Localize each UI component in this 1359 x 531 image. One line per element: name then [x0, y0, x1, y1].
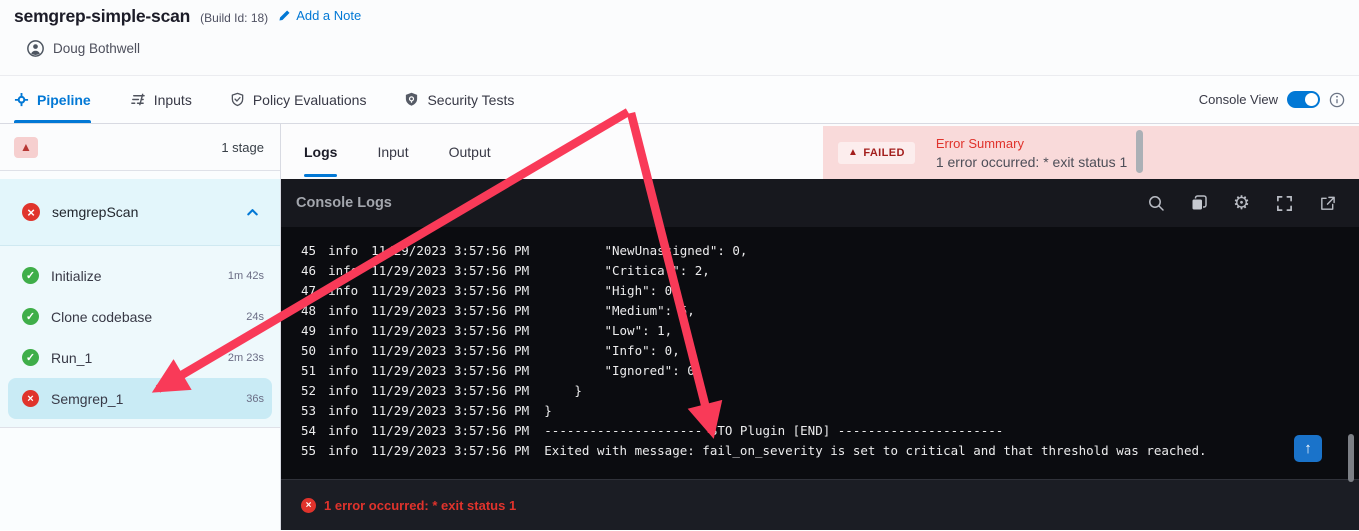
inputs-icon — [130, 93, 145, 106]
security-shield-icon — [406, 92, 418, 106]
pipeline-icon — [14, 92, 29, 107]
tab-label: Output — [448, 143, 491, 160]
console-view-toggle[interactable] — [1287, 91, 1320, 108]
step-duration: 24s — [246, 310, 264, 323]
tab-inputs[interactable]: Inputs — [129, 76, 192, 123]
failed-badge: ▲ FAILED — [838, 141, 915, 164]
step-label: Semgrep_1 — [51, 390, 124, 407]
console-header: Console Logs ⚙ — [281, 179, 1359, 227]
search-icon[interactable] — [1146, 194, 1165, 213]
step-row-initialize[interactable]: ✓ Initialize 1m 42s — [0, 255, 280, 296]
stage-sidebar: ▲ 1 stage × semgrepScan ✓ Initialize 1m … — [0, 124, 280, 530]
log-line: 49 info 11/29/2023 3:57:56 PM "Low": 1, — [301, 323, 673, 338]
error-summary-title: Error Summary — [935, 135, 1024, 151]
fullscreen-icon[interactable] — [1275, 194, 1294, 213]
console-logs-title: Console Logs — [296, 195, 392, 211]
step-details-panel: Logs Input Output ▲ FAILED Error Summary… — [280, 124, 1359, 530]
warning-badge-icon: ▲ — [14, 136, 38, 158]
tab-input[interactable]: Input — [377, 124, 408, 179]
step-row-clone-codebase[interactable]: ✓ Clone codebase 24s — [0, 296, 280, 337]
copy-icon[interactable] — [1189, 194, 1208, 213]
open-in-new-icon[interactable] — [1318, 194, 1337, 213]
stage-name: semgrepScan — [52, 204, 139, 220]
log-line: 45 info 11/29/2023 3:57:56 PM "NewUnassign… — [301, 243, 748, 258]
step-duration: 2m 23s — [227, 351, 264, 364]
build-id: (Build Id: 18) — [200, 11, 269, 25]
step-row-run-1[interactable]: ✓ Run_1 2m 23s — [0, 337, 280, 378]
step-label: Clone codebase — [51, 308, 153, 325]
step-row-semgrep-1[interactable]: × Semgrep_1 36s — [8, 378, 272, 419]
step-list: ✓ Initialize 1m 42s ✓ Clone codebase 24s… — [0, 246, 280, 428]
log-line: 48 info 11/29/2023 3:57:56 PM "Medium": 5, — [301, 303, 695, 318]
pipeline-execution-page: semgrep-simple-scan (Build Id: 18) Add a… — [0, 0, 1359, 531]
log-line: 46 info 11/29/2023 3:57:56 PM "Critical": … — [301, 263, 710, 278]
tab-label: Pipeline — [37, 91, 91, 108]
tab-label: Input — [377, 143, 409, 160]
log-tabs-row: Logs Input Output ▲ FAILED Error Summary… — [281, 124, 1359, 179]
scrollbar-thumb[interactable] — [1136, 130, 1143, 173]
toggle-knob — [1305, 93, 1318, 106]
step-label: Initialize — [51, 267, 102, 284]
add-note-button[interactable]: Add a Note — [278, 8, 361, 23]
step-duration: 36s — [246, 392, 264, 405]
chevron-up-icon[interactable] — [245, 205, 260, 220]
warning-triangle-icon: ▲ — [848, 147, 859, 158]
success-check-icon: ✓ — [22, 349, 39, 366]
scroll-to-top-button[interactable]: ↑ — [1294, 435, 1322, 462]
stage-count: 1 stage — [221, 139, 264, 155]
user-avatar-icon — [27, 40, 44, 57]
user-name: Doug Bothwell — [53, 41, 141, 56]
console-view-label: Console View — [1198, 92, 1278, 107]
main-tabbar: Pipeline Inputs Policy Evaluations Secur… — [0, 76, 1359, 124]
console-error-footer: × 1 error occurred: * exit status 1 — [281, 479, 1359, 530]
sidebar-gap — [0, 171, 280, 179]
error-circle-icon: × — [301, 497, 316, 513]
sidebar-footer — [0, 428, 280, 530]
tab-label: Logs — [304, 143, 338, 160]
tab-label: Inputs — [153, 91, 192, 108]
step-label: Run_1 — [51, 349, 93, 366]
failed-status-icon: × — [22, 390, 39, 407]
page-title: semgrep-simple-scan — [14, 6, 191, 26]
page-header: semgrep-simple-scan (Build Id: 18) Add a… — [0, 0, 1359, 76]
settings-gear-icon[interactable]: ⚙ — [1232, 194, 1251, 213]
tab-policy-evaluations[interactable]: Policy Evaluations — [230, 76, 367, 123]
log-line: 53 info 11/29/2023 3:57:56 PM } — [301, 403, 552, 418]
console-log-area[interactable]: 45 info 11/29/2023 3:57:56 PM "NewUnassign… — [281, 227, 1359, 479]
tab-label: Policy Evaluations — [252, 91, 367, 108]
log-line: 52 info 11/29/2023 3:57:56 PM } — [301, 383, 582, 398]
tab-output[interactable]: Output — [449, 124, 491, 179]
tab-pipeline[interactable]: Pipeline — [14, 76, 91, 123]
success-check-icon: ✓ — [22, 308, 39, 325]
step-duration: 1m 42s — [227, 269, 264, 282]
log-line: 50 info 11/29/2023 3:57:56 PM "Info": 0, — [301, 343, 680, 358]
info-icon[interactable] — [1329, 92, 1345, 108]
log-line: 54 info 11/29/2023 3:57:56 PM ------------… — [301, 423, 1004, 438]
stage-count-row: ▲ 1 stage — [0, 124, 280, 171]
console-scrollbar-thumb[interactable] — [1348, 434, 1354, 482]
console-logs-panel: Console Logs ⚙ 45 info 11/29/2023 3:57:5… — [281, 179, 1359, 530]
log-line: 55 info 11/29/2023 3:57:56 PM Exited with … — [301, 443, 1207, 458]
tab-label: Security Tests — [427, 91, 515, 108]
error-summary-panel: ▲ FAILED Error Summary 1 error occurred:… — [823, 126, 1359, 179]
add-note-label: Add a Note — [296, 8, 362, 23]
policy-shield-icon — [231, 92, 244, 107]
success-check-icon: ✓ — [22, 267, 39, 284]
failed-badge-label: FAILED — [863, 146, 905, 159]
error-summary-message: 1 error occurred: * exit status 1 — [935, 153, 1128, 170]
log-line: 47 info 11/29/2023 3:57:56 PM "High": 0, — [301, 283, 680, 298]
tab-logs[interactable]: Logs — [304, 124, 338, 179]
tab-security-tests[interactable]: Security Tests — [404, 76, 514, 123]
failed-status-icon: × — [22, 203, 40, 221]
stage-header-semgrepscan[interactable]: × semgrepScan — [0, 179, 280, 246]
footer-error-message: 1 error occurred: * exit status 1 — [324, 497, 517, 513]
pencil-icon — [279, 10, 290, 21]
log-line: 51 info 11/29/2023 3:57:56 PM "Ignored": 0 — [301, 363, 695, 378]
